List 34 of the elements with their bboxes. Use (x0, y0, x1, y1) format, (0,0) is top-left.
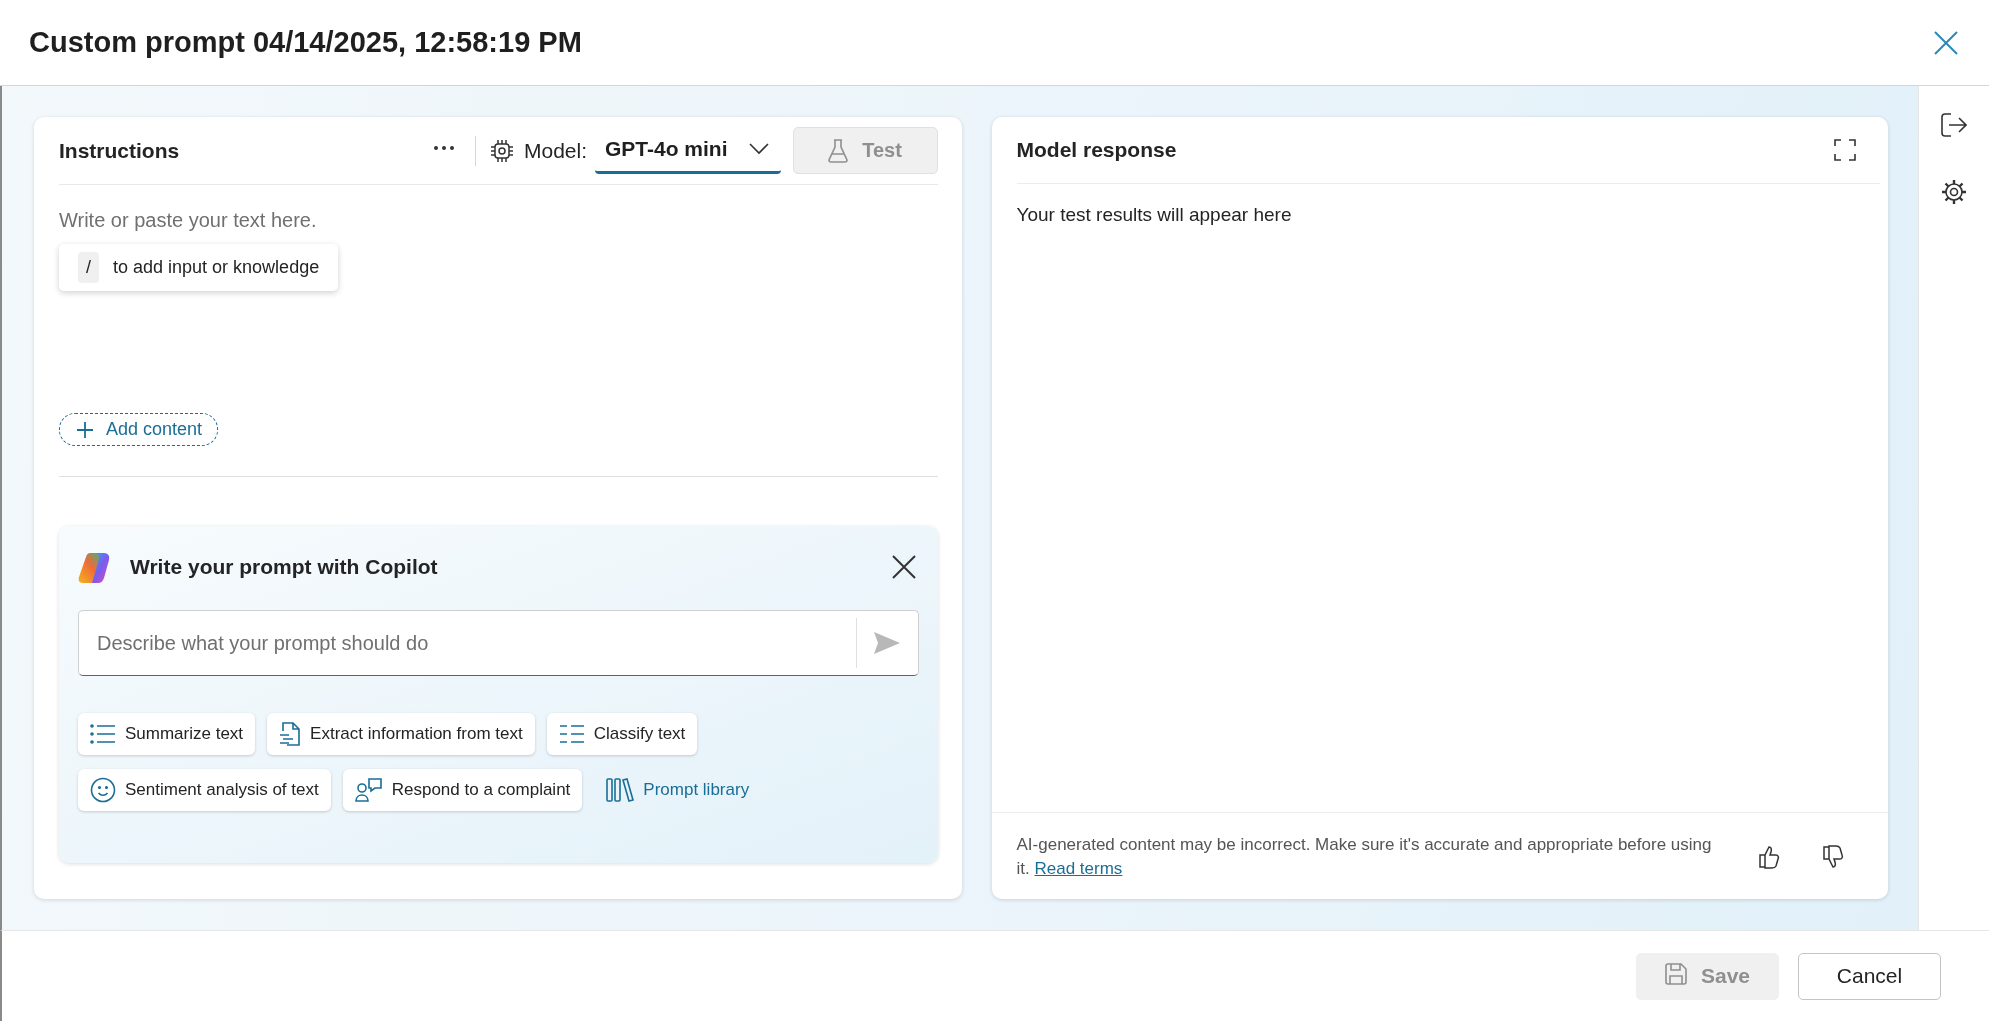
smiley-icon (90, 777, 116, 803)
logo-icon (78, 551, 112, 583)
suggestion-chip[interactable]: Sentiment analysis of text (78, 769, 331, 811)
read-terms-link[interactable]: Read terms (1034, 859, 1123, 878)
hint-text: to add input or knowledge (113, 257, 320, 278)
flask-icon (828, 138, 849, 163)
model-label: Model: (523, 138, 587, 163)
send-icon (873, 631, 901, 655)
model-dropdown[interactable]: GPT-4o mini (595, 127, 781, 174)
disclaimer-text: AI-generated content may be incorrect. Make sure it's accurate and appropriate before using it. Read terms (1016, 834, 1713, 880)
panel-title: Model response (1016, 138, 1178, 162)
panel-title: Instructions (59, 138, 181, 163)
suggestion-chip[interactable]: Classify text (546, 713, 698, 755)
cancel-button[interactable]: Cancel (1798, 952, 1941, 1000)
window-title: Custom prompt 04/14/2025, 12:58:19 PM (29, 26, 582, 59)
person-chat-icon (354, 777, 383, 803)
chevron-icon (748, 143, 769, 155)
empty-state-text: Your test results will appear here (1016, 204, 1293, 227)
suggestion-chip[interactable]: Summarize text (78, 713, 256, 755)
processor-icon (488, 137, 515, 164)
list-icon (558, 723, 585, 745)
suggestion-chip[interactable]: Respond to a complaint (342, 769, 583, 811)
prompt-field[interactable]: Describe what your prompt should do (78, 610, 919, 676)
list-icon (90, 723, 116, 745)
document-icon (279, 721, 302, 747)
plus-icon (76, 420, 94, 439)
prompt-input[interactable]: Describe what your prompt should do (79, 631, 856, 655)
suggestion-chip[interactable]: Extract information from text (267, 713, 535, 755)
add-content-button[interactable]: Add content (59, 413, 219, 446)
books-icon (606, 777, 635, 803)
prompt-library-link[interactable]: Prompt library (594, 769, 762, 811)
card-title: Write your prompt with Copilot (130, 555, 439, 579)
shortcut-key: / (78, 252, 99, 283)
expand-button[interactable] (1832, 137, 1858, 163)
